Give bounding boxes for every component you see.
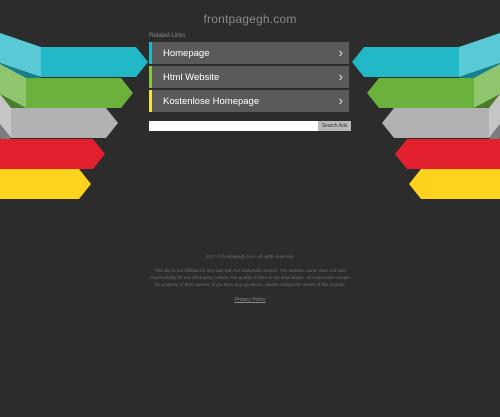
left-arrow-banner [26,78,133,108]
right-arrow-banner [367,78,474,108]
site-title: frontpagegh.com [203,12,297,26]
search-bar: Search Ads [149,121,351,131]
link-label: Html Website [163,71,220,83]
left-arrow-banner [41,47,148,77]
search-input[interactable] [149,121,318,131]
footer: 2017 © frontpagegh.com. All rights reser… [150,254,350,306]
related-links-label: Related Links [149,33,186,39]
page: frontpagegh.com Related Links Homepage ›… [0,0,500,417]
search-button[interactable]: Search Ads [318,121,351,131]
right-arrow-banner [352,47,459,77]
link-accent [149,90,152,112]
left-arrow-banner [11,108,118,138]
chevron-right-icon: › [338,45,343,60]
link-homepage[interactable]: Homepage › [149,42,349,64]
chevron-right-icon: › [338,69,343,84]
privacy-policy-link[interactable]: Privacy Policy [234,297,265,303]
disclaimer-text: This site is not affiliated in any way w… [150,268,350,287]
left-arrow-banner [0,139,105,169]
copyright-text: 2017 © frontpagegh.com. All rights reser… [205,254,295,259]
right-arrow-banner [395,139,500,169]
chevron-right-icon: › [338,93,343,108]
right-arrow-banner [409,169,500,199]
related-links-list: Homepage › Html Website › Kostenlose Hom… [149,42,349,114]
link-kostenlose-homepage[interactable]: Kostenlose Homepage › [149,90,349,112]
link-accent [149,66,152,88]
link-accent [149,42,152,64]
link-label: Kostenlose Homepage [163,95,260,107]
link-html-website[interactable]: Html Website › [149,66,349,88]
right-arrow-banner [382,108,489,138]
left-arrow-banner [0,169,91,199]
link-label: Homepage [163,47,210,59]
